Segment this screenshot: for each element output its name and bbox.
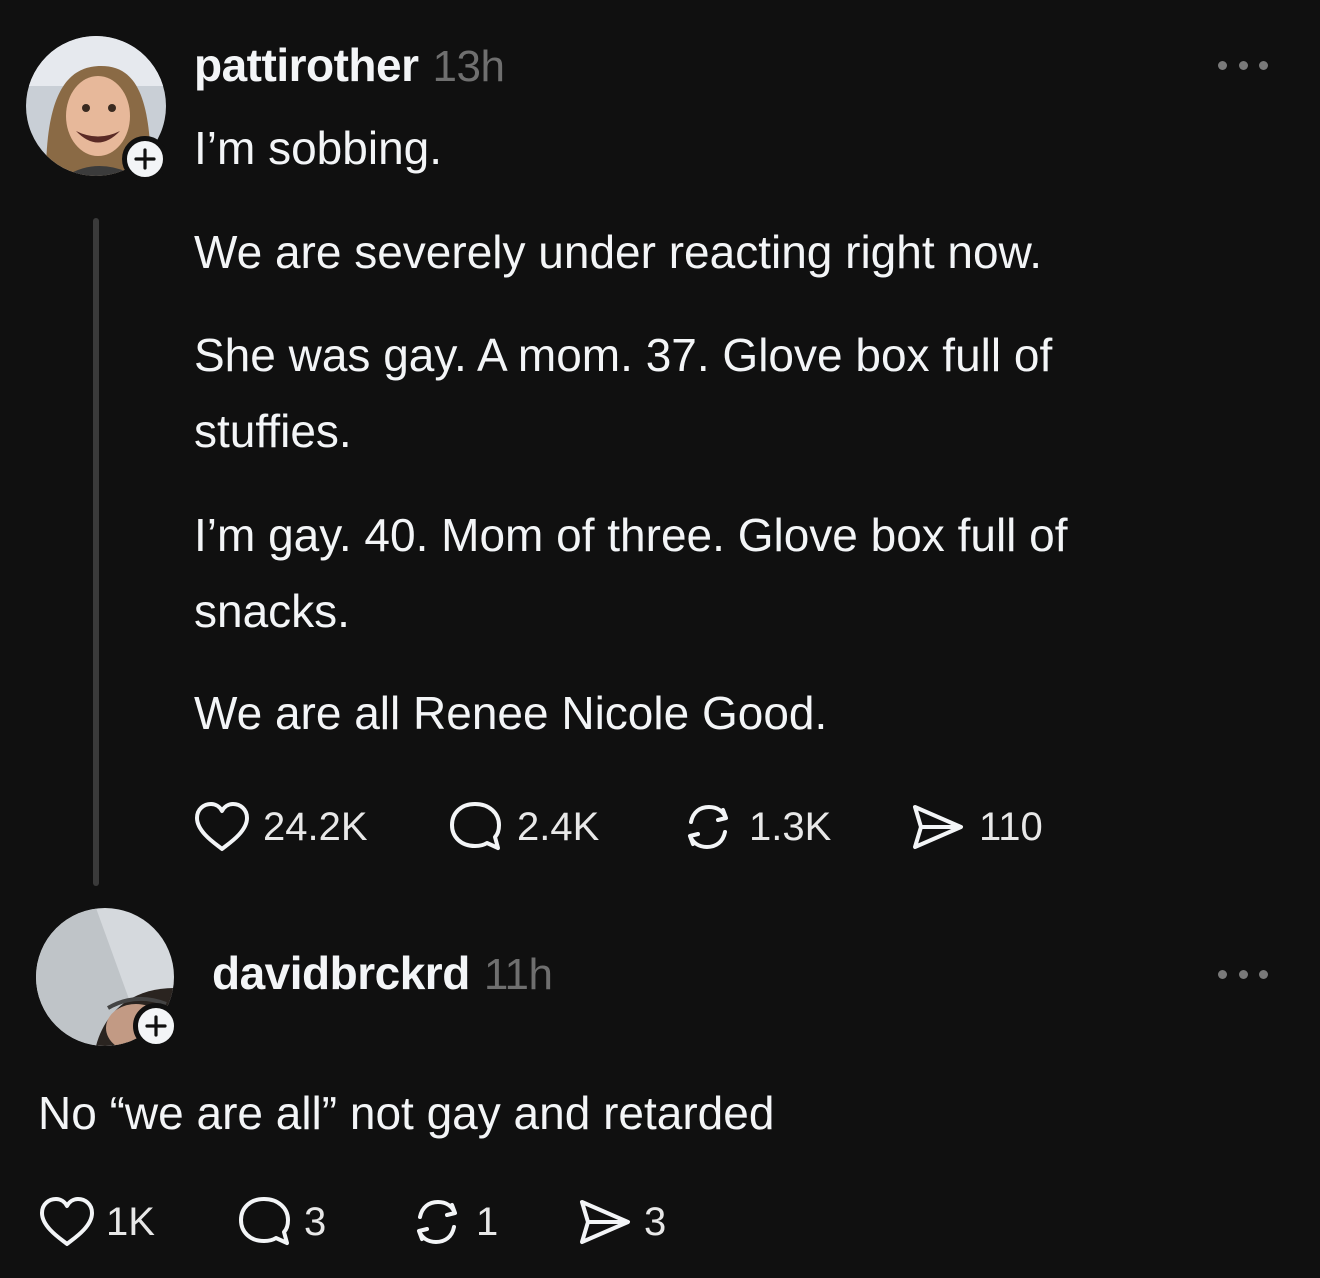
send-icon [913, 805, 963, 849]
reply-text: No “we are all” not gay and retarded [38, 1087, 775, 1139]
post-first-line: I’m sobbing. [194, 122, 443, 174]
more-dots-icon [1218, 969, 1227, 979]
reply-actions: 1K 3 1 3 [38, 1195, 666, 1249]
share-count: 3 [644, 1199, 667, 1244]
more-options-button[interactable] [1218, 55, 1268, 75]
repost-count: 1.3K [749, 804, 832, 849]
plus-icon [134, 148, 156, 170]
username-link[interactable]: davidbrckrd [212, 947, 470, 999]
repost-icon [688, 805, 728, 849]
thread-line [93, 218, 99, 886]
repost-count: 1 [476, 1199, 499, 1244]
share-button[interactable]: 110 [909, 801, 1043, 853]
heart-icon [40, 1197, 94, 1246]
more-options-button[interactable] [1218, 964, 1268, 984]
share-count: 110 [979, 804, 1043, 849]
speech-bubble-icon [239, 1197, 290, 1245]
more-dot [1259, 969, 1268, 979]
post-paragraph: We are severely under reacting right now… [194, 226, 1043, 278]
post-paragraph: We are all Renee Nicole Good. [194, 687, 828, 739]
like-count: 24.2K [263, 804, 368, 849]
follow-button[interactable] [122, 136, 168, 182]
reply-count: 3 [304, 1199, 327, 1244]
reply-timestamp: 11h [483, 950, 553, 999]
more-dot [1238, 60, 1248, 70]
speech-bubble-icon [450, 802, 501, 850]
heart-icon [195, 802, 249, 851]
share-button[interactable]: 3 [576, 1196, 666, 1248]
more-dot [1238, 969, 1248, 979]
post-actions: 24.2K 2.4K 1.3K 110 [193, 800, 1043, 854]
like-count: 1K [106, 1199, 155, 1244]
repost-button[interactable]: 1 [408, 1195, 576, 1249]
plus-icon [145, 1015, 167, 1037]
like-button[interactable]: 24.2K [193, 801, 447, 853]
post-timestamp: 13h [432, 42, 505, 91]
send-icon [580, 1200, 630, 1244]
post-author: pattirother 13h [194, 38, 505, 92]
repost-icon [417, 1200, 457, 1244]
repost-button[interactable]: 1.3K [679, 800, 909, 854]
follow-button[interactable] [133, 1003, 179, 1049]
reply-button[interactable]: 3 [236, 1195, 408, 1249]
post-paragraph: She was gay. A mom. 37. Glove box full o… [194, 329, 1053, 457]
post-paragraph: I’m gay. 40. Mom of three. Glove box ful… [194, 509, 1068, 637]
like-button[interactable]: 1K [38, 1196, 236, 1248]
more-dots-icon [1218, 60, 1227, 70]
reply-button[interactable]: 2.4K [447, 800, 679, 854]
reply-count: 2.4K [517, 804, 600, 849]
more-dot [1259, 60, 1268, 70]
username-link[interactable]: pattirother [194, 39, 419, 91]
reply-author: davidbrckrd 11h [212, 946, 553, 1000]
